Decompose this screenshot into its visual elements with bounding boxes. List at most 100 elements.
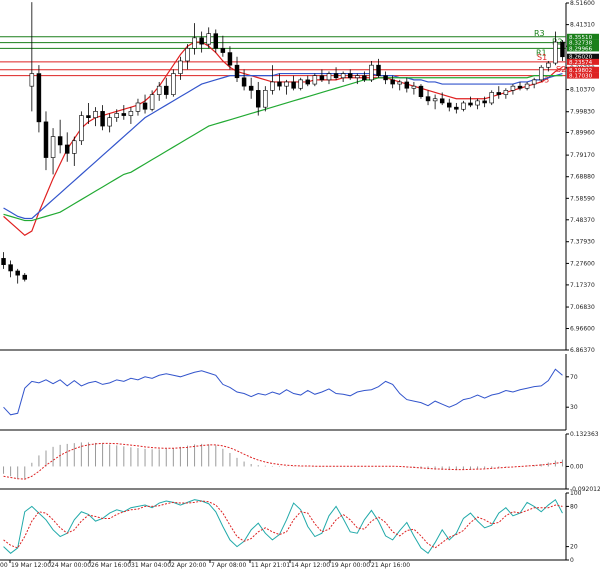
price-tick-label: 7.79170 bbox=[570, 152, 595, 159]
candle-body bbox=[206, 33, 211, 45]
candle-body bbox=[496, 92, 502, 95]
level-label-s1: S1 bbox=[537, 53, 547, 62]
candle-body bbox=[553, 41, 558, 64]
candle-body bbox=[57, 136, 63, 146]
candle-body bbox=[192, 37, 197, 49]
macd-tick-label: 0.132363 bbox=[570, 431, 599, 438]
price-tick-label: 6.96600 bbox=[570, 326, 595, 333]
candle-body bbox=[312, 75, 318, 85]
candle-body bbox=[234, 64, 240, 79]
candle-body bbox=[220, 48, 226, 53]
candle-body bbox=[376, 64, 381, 76]
price-tick-label: 8.41310 bbox=[570, 22, 595, 29]
candle-body bbox=[227, 52, 233, 66]
x-tick-label: 31 Mar 04:00 bbox=[131, 562, 171, 569]
candle bbox=[312, 73, 318, 87]
candle-body bbox=[248, 85, 254, 91]
candle-body bbox=[482, 100, 487, 104]
x-tick-label: 14 Apr 12:00 bbox=[291, 562, 330, 569]
candle-body bbox=[319, 75, 325, 81]
x-tick-label: 2 Apr 20:00 bbox=[171, 562, 206, 569]
candle-body bbox=[517, 85, 523, 89]
candle-body bbox=[560, 41, 565, 58]
candle-body bbox=[121, 113, 127, 116]
candle-body bbox=[362, 75, 367, 81]
level-label-r3: R3 bbox=[534, 29, 545, 38]
price-tag-label: 8.23574 bbox=[569, 60, 593, 66]
x-tick-label: 19 Apr 00:00 bbox=[331, 562, 370, 569]
candle-body bbox=[355, 75, 360, 79]
candle bbox=[298, 77, 303, 91]
price-tick-label: 8.51600 bbox=[570, 0, 595, 7]
candle-body bbox=[538, 66, 544, 81]
candle-body bbox=[93, 111, 98, 118]
price-tick-label: 7.48370 bbox=[570, 217, 595, 224]
candle-body bbox=[128, 111, 134, 116]
candle-body bbox=[461, 102, 466, 110]
candle bbox=[489, 90, 494, 106]
x-tick-label: 19 Mar 12:00 bbox=[11, 562, 51, 569]
candle-body bbox=[36, 73, 42, 123]
rsi-tick-label: 70 bbox=[570, 374, 578, 381]
candle-body bbox=[263, 90, 268, 108]
candle-body bbox=[510, 85, 516, 91]
candle-body bbox=[149, 94, 155, 110]
candle-body bbox=[475, 100, 480, 106]
candle-body bbox=[107, 117, 112, 127]
stoch-tick-label: 20 bbox=[570, 544, 578, 551]
candle-body bbox=[79, 115, 84, 142]
candle-body bbox=[171, 73, 176, 95]
price-tick-label: 6.86370 bbox=[570, 347, 595, 354]
candle-body bbox=[43, 121, 49, 158]
price-tick-label: 7.68880 bbox=[570, 174, 595, 181]
candle-body bbox=[241, 77, 247, 87]
candle-body bbox=[284, 81, 289, 87]
candle-body bbox=[305, 79, 311, 85]
x-tick-label: 11 Apr 21:01 bbox=[251, 562, 290, 569]
candle bbox=[171, 69, 176, 97]
candle-body bbox=[199, 37, 204, 45]
rsi-tick-label: 30 bbox=[570, 404, 578, 411]
candle-body bbox=[298, 79, 303, 89]
candle-body bbox=[114, 113, 119, 118]
candle bbox=[418, 84, 424, 99]
x-tick-label-partial: 00 bbox=[0, 562, 8, 569]
candle-body bbox=[1, 258, 6, 265]
candle-body bbox=[503, 90, 509, 95]
candle-body bbox=[50, 136, 56, 158]
candle-body bbox=[546, 62, 551, 68]
candle-body bbox=[291, 81, 296, 89]
candle-body bbox=[418, 85, 424, 97]
stoch-tick-label: 100 bbox=[570, 490, 582, 497]
price-tag-label: 8.29966 bbox=[569, 46, 593, 52]
candle-body bbox=[524, 83, 530, 89]
candle-body bbox=[178, 60, 183, 74]
candle-body bbox=[270, 81, 275, 91]
panel-3-background bbox=[0, 434, 566, 489]
candle-body bbox=[29, 73, 35, 87]
price-tick-label: 7.27600 bbox=[570, 260, 595, 267]
candle-body bbox=[277, 81, 282, 87]
candle-body bbox=[156, 85, 162, 95]
x-tick-label: 21 Apr 16:00 bbox=[371, 562, 410, 569]
candle-body bbox=[347, 73, 353, 79]
candle-body bbox=[425, 96, 431, 102]
price-tick-label: 8.10370 bbox=[570, 87, 595, 94]
candle-body bbox=[383, 75, 388, 81]
chart-canvas: 8.516008.413108.310208.207308.103707.998… bbox=[0, 0, 600, 569]
macd-tick-label: 0.00 bbox=[570, 463, 584, 470]
price-tick-label: 7.17370 bbox=[570, 282, 595, 289]
candle bbox=[79, 111, 84, 145]
candle-body bbox=[142, 102, 148, 110]
candle-body bbox=[213, 33, 219, 49]
price-tick-label: 7.58590 bbox=[570, 195, 595, 202]
price-tick-label: 7.89960 bbox=[570, 129, 595, 136]
candle-body bbox=[432, 98, 438, 102]
candle-body bbox=[340, 73, 346, 79]
candle-body bbox=[390, 79, 395, 85]
candle-body bbox=[369, 64, 374, 81]
candle-body bbox=[411, 85, 417, 89]
x-tick-label: 24 Mar 00:00 bbox=[51, 562, 91, 569]
price-tick-label: 7.06830 bbox=[570, 304, 595, 311]
candle-body bbox=[489, 92, 494, 104]
